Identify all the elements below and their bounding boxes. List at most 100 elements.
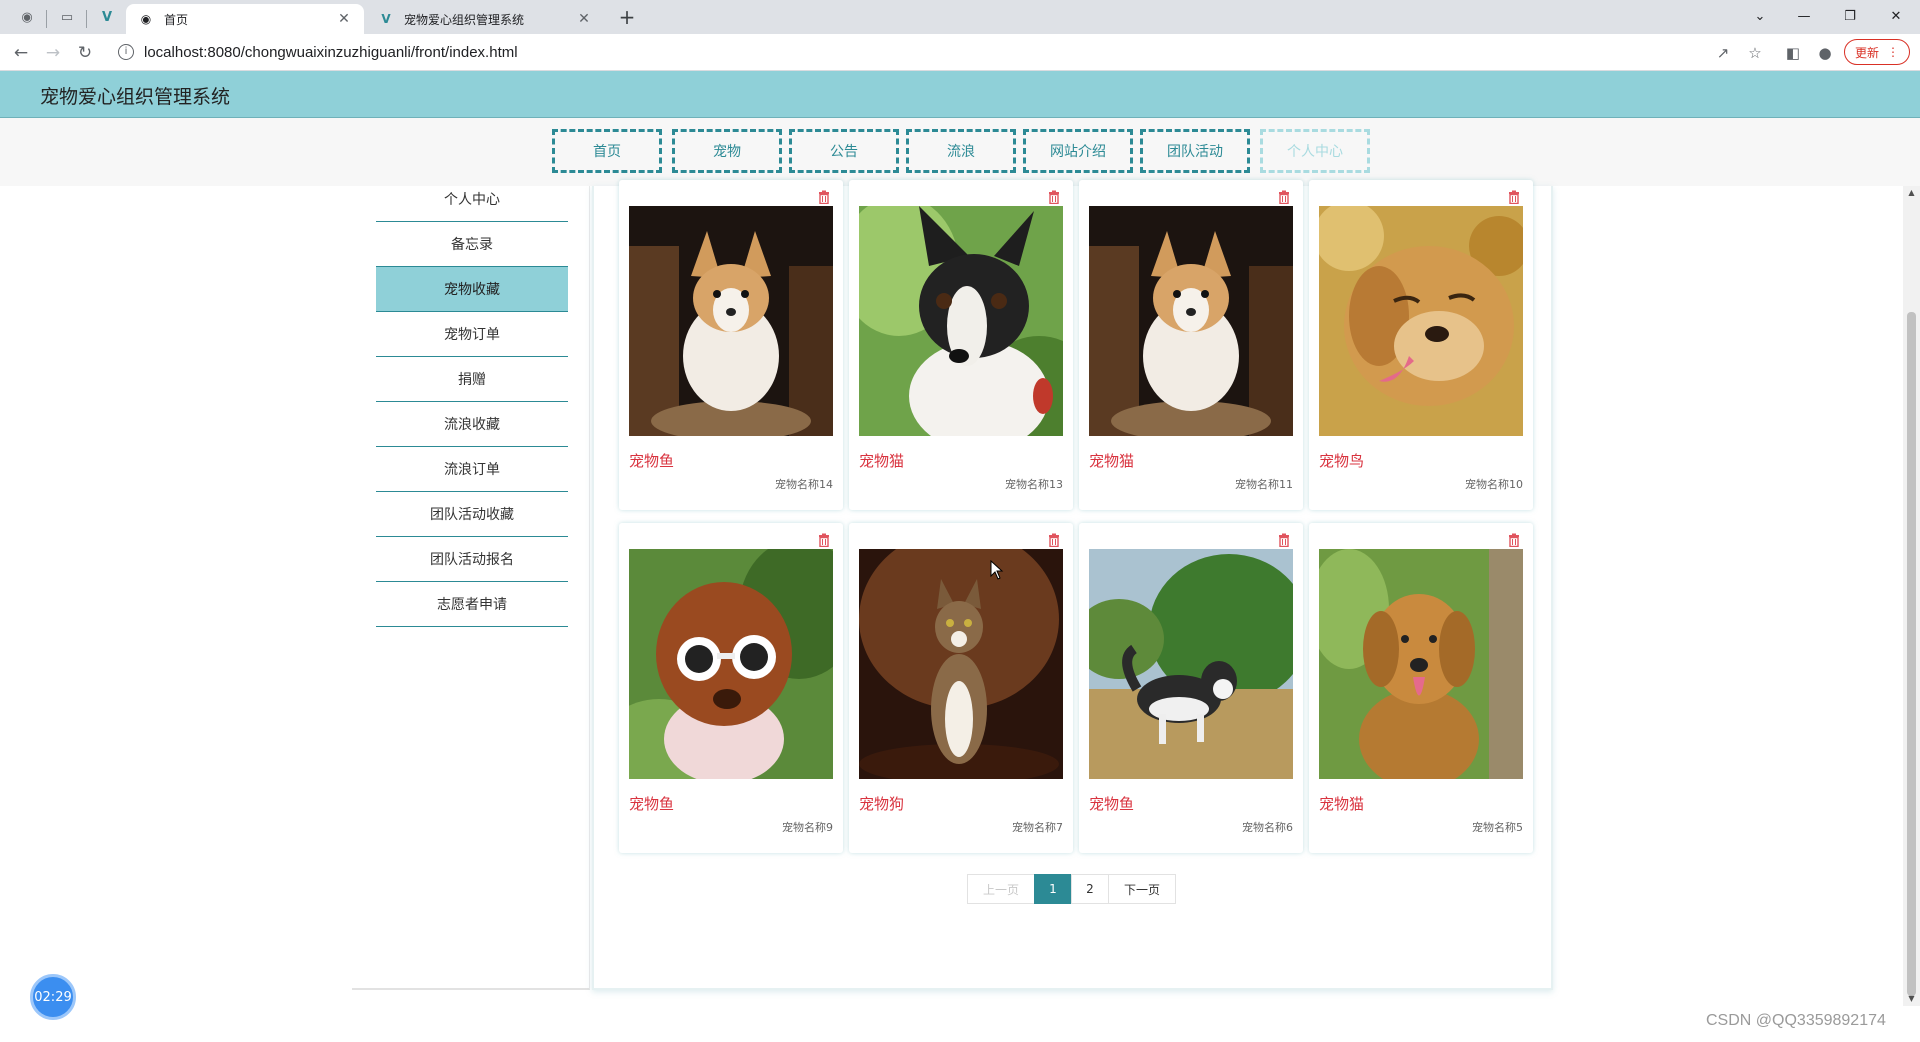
next-page-button[interactable]: 下一页 xyxy=(1108,874,1176,904)
reload-button[interactable]: ↻ xyxy=(72,40,98,66)
tab-title: 宠物爱心组织管理系统 xyxy=(404,12,525,27)
trash-icon[interactable] xyxy=(817,190,831,204)
trash-icon[interactable] xyxy=(817,533,831,547)
pet-card[interactable]: 宠物鱼 宠物名称14 xyxy=(619,180,843,510)
sidebar-item-pet-orders[interactable]: 宠物订单 xyxy=(376,312,568,357)
pet-type: 宠物猫 xyxy=(1089,452,1135,470)
url-field[interactable]: i localhost:8080/chongwuaixinzuzhiguanli… xyxy=(108,37,1788,67)
sidebar-item-activity-favorites[interactable]: 团队活动收藏 xyxy=(376,492,568,537)
close-icon[interactable]: ✕ xyxy=(576,11,592,27)
sidebar-item-stray-orders[interactable]: 流浪订单 xyxy=(376,447,568,492)
pet-name: 宠物名称9 xyxy=(782,821,833,834)
trash-icon[interactable] xyxy=(1277,190,1291,204)
site-title: 宠物爱心组织管理系统 xyxy=(40,86,231,108)
tab-search-icon[interactable]: ◉ xyxy=(16,6,38,28)
profile-icon[interactable]: ● xyxy=(1814,42,1836,64)
new-tab-button[interactable]: + xyxy=(615,5,639,29)
sidebar-item-memo[interactable]: 备忘录 xyxy=(376,222,568,267)
nav-notices[interactable]: 公告 xyxy=(789,129,899,173)
pet-name: 宠物名称6 xyxy=(1242,821,1293,834)
pet-name: 宠物名称10 xyxy=(1465,478,1523,491)
browser-tab-home[interactable]: ◉ 首页 ✕ xyxy=(126,4,364,34)
side-panel-icon[interactable]: ◧ xyxy=(1782,42,1804,64)
pet-name: 宠物名称7 xyxy=(1012,821,1063,834)
tab-search-dropdown-icon[interactable]: ⌄ xyxy=(1740,4,1780,30)
pet-name: 宠物名称11 xyxy=(1235,478,1293,491)
poodle-goggles-photo[interactable] xyxy=(629,549,833,779)
nav-strays[interactable]: 流浪 xyxy=(906,129,1016,173)
share-icon[interactable]: ↗ xyxy=(1712,42,1734,64)
update-button[interactable]: 更新 ⋮ xyxy=(1844,39,1910,65)
scroll-up-arrow-icon[interactable]: ▲ xyxy=(1903,186,1920,200)
recording-timer[interactable]: 02:29 xyxy=(30,974,76,1020)
page-2-button[interactable]: 2 xyxy=(1071,874,1109,904)
vue-pinned-tab-icon[interactable]: V xyxy=(96,6,118,28)
nav-about[interactable]: 网站介绍 xyxy=(1023,129,1133,173)
pet-type: 宠物狗 xyxy=(859,795,905,813)
nav-team-activities[interactable]: 团队活动 xyxy=(1140,129,1250,173)
nav-pets[interactable]: 宠物 xyxy=(672,129,782,173)
trash-icon[interactable] xyxy=(1507,533,1521,547)
golden-retriever-photo[interactable] xyxy=(1319,549,1523,779)
sidebar-item-pet-favorites[interactable]: 宠物收藏 xyxy=(376,267,568,312)
page-1-button[interactable]: 1 xyxy=(1034,874,1072,904)
site-info-icon[interactable]: i xyxy=(118,44,134,60)
golden-retriever-photo[interactable] xyxy=(1319,206,1523,436)
page-scrollbar[interactable]: ▲ ▼ xyxy=(1903,186,1920,1006)
sidebar-item-activity-signup[interactable]: 团队活动报名 xyxy=(376,537,568,582)
tab-separator xyxy=(46,10,47,28)
tab-separator xyxy=(86,10,87,28)
globe-icon: ◉ xyxy=(140,12,152,26)
corgi-photo[interactable] xyxy=(1089,206,1293,436)
nav-personal-center[interactable]: 个人中心 xyxy=(1260,129,1370,173)
scroll-thumb[interactable] xyxy=(1907,312,1916,996)
trash-icon[interactable] xyxy=(1047,533,1061,547)
menu-dots-icon: ⋮ xyxy=(1887,45,1899,59)
pet-type: 宠物鱼 xyxy=(1089,795,1135,813)
chihuahua-photo[interactable] xyxy=(859,206,1063,436)
trash-icon[interactable] xyxy=(1277,533,1291,547)
window-close-button[interactable]: ✕ xyxy=(1876,4,1916,30)
nav-home[interactable]: 首页 xyxy=(552,129,662,173)
mouse-cursor-icon xyxy=(990,560,1004,580)
pinned-tab-icon[interactable]: ▭ xyxy=(56,6,78,28)
pet-card[interactable]: 宠物猫 宠物名称13 xyxy=(849,180,1073,510)
pet-type: 宠物猫 xyxy=(1319,795,1365,813)
pet-card[interactable]: 宠物猫 宠物名称5 xyxy=(1309,523,1533,853)
pet-card[interactable]: 宠物鱼 宠物名称6 xyxy=(1079,523,1303,853)
tab-title: 首页 xyxy=(164,12,189,27)
pet-card[interactable]: 宠物鱼 宠物名称9 xyxy=(619,523,843,853)
site-header: 宠物爱心组织管理系统 xyxy=(0,71,1920,118)
pet-card[interactable]: 宠物狗 宠物名称7 xyxy=(849,523,1073,853)
pet-name: 宠物名称14 xyxy=(775,478,833,491)
pet-card[interactable]: 宠物鸟 宠物名称10 xyxy=(1309,180,1533,510)
sidebar-item-stray-favorites[interactable]: 流浪收藏 xyxy=(376,402,568,447)
back-button[interactable]: ← xyxy=(8,40,34,66)
watermark-text: CSDN @QQ3359892174 xyxy=(1706,1012,1886,1029)
trash-icon[interactable] xyxy=(1047,190,1061,204)
address-bar: ← → ↻ i localhost:8080/chongwuaixinzuzhi… xyxy=(0,34,1920,71)
pet-card[interactable]: 宠物猫 宠物名称11 xyxy=(1079,180,1303,510)
sidebar-item-donation[interactable]: 捐赠 xyxy=(376,357,568,402)
close-icon[interactable]: ✕ xyxy=(336,11,352,27)
pet-type: 宠物猫 xyxy=(859,452,905,470)
bookmark-star-icon[interactable]: ☆ xyxy=(1744,42,1766,64)
sidebar-item-volunteer-apply[interactable]: 志愿者申请 xyxy=(376,582,568,627)
restore-button[interactable]: ❐ xyxy=(1830,4,1870,30)
trash-icon[interactable] xyxy=(1507,190,1521,204)
browser-tab-system[interactable]: V 宠物爱心组织管理系统 ✕ xyxy=(366,4,604,34)
husky-photo[interactable] xyxy=(1089,549,1293,779)
sidebar-item-personal-center[interactable]: 个人中心 xyxy=(376,177,568,222)
main-nav: 首页 宠物 公告 流浪 网站介绍 团队活动 个人中心 xyxy=(0,118,1920,186)
pagination: 上一页 1 2 下一页 xyxy=(967,874,1176,904)
sidebar: 个人中心 备忘录 宠物收藏 宠物订单 捐赠 流浪收藏 流浪订单 团队活动收藏 团… xyxy=(352,186,590,990)
corgi-photo[interactable] xyxy=(629,206,833,436)
minimize-button[interactable]: — xyxy=(1784,4,1824,30)
forward-button[interactable]: → xyxy=(40,40,66,66)
pet-type: 宠物鸟 xyxy=(1319,452,1365,470)
pet-type: 宠物鱼 xyxy=(629,795,675,813)
prev-page-button[interactable]: 上一页 xyxy=(967,874,1035,904)
url-text: localhost:8080/chongwuaixinzuzhiguanli/f… xyxy=(144,43,518,61)
cat-photo[interactable] xyxy=(859,549,1063,779)
scroll-down-arrow-icon[interactable]: ▼ xyxy=(1903,992,1920,1006)
